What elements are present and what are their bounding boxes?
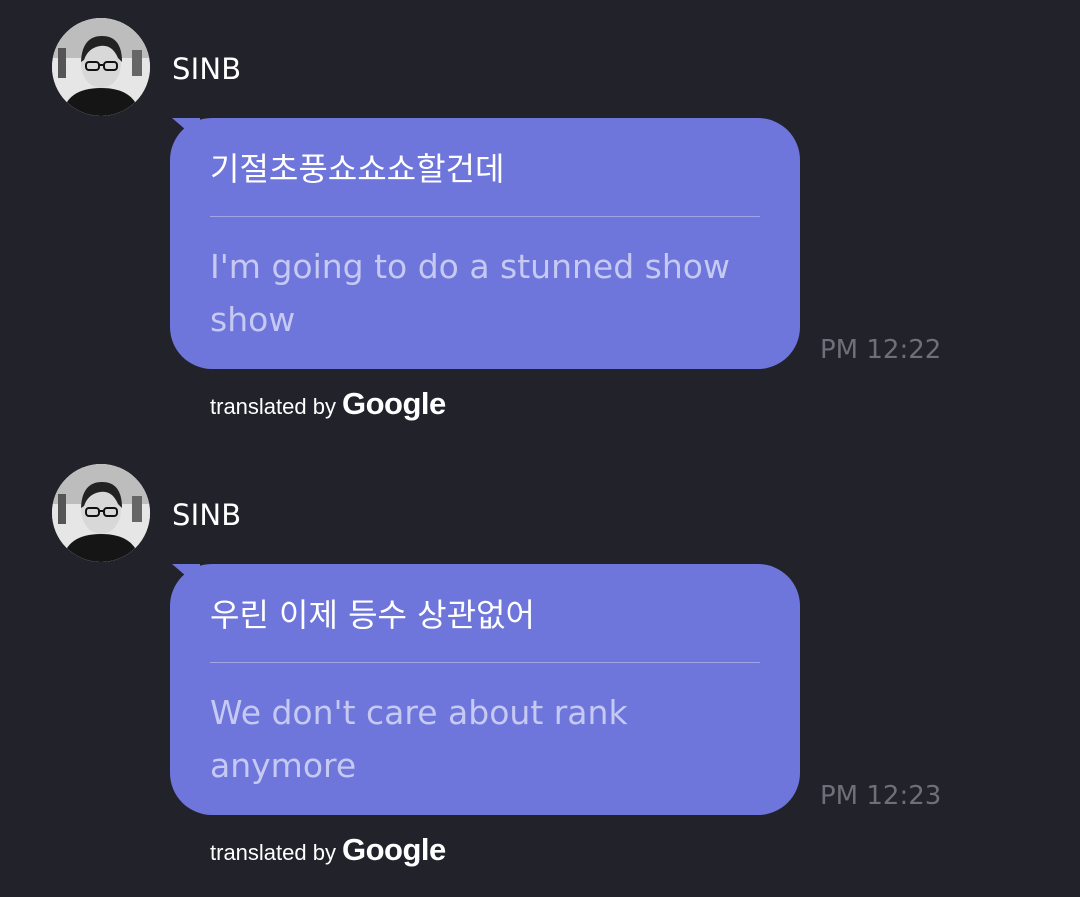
avatar[interactable] bbox=[52, 18, 150, 116]
google-logo: Google bbox=[341, 386, 446, 421]
divider bbox=[210, 662, 760, 663]
profile-photo-icon bbox=[52, 464, 150, 562]
message-item: SINB 기절초풍쇼쇼쇼할건데 I'm going to do a stunne… bbox=[0, 0, 1080, 440]
message-bubble[interactable]: 우린 이제 등수 상관없어 We don't care about rank a… bbox=[170, 564, 800, 815]
message-item: SINB 우린 이제 등수 상관없어 We don't care about r… bbox=[0, 446, 1080, 886]
profile-photo-icon bbox=[52, 18, 150, 116]
original-text: 기절초풍쇼쇼쇼할건데 bbox=[210, 150, 505, 188]
google-logo: Google bbox=[341, 832, 446, 867]
sender-name: SINB bbox=[172, 498, 242, 532]
translated-text: We don't care about rank anymore bbox=[210, 693, 628, 785]
attribution-prefix: translated by bbox=[210, 394, 336, 419]
sender-name: SINB bbox=[172, 52, 242, 86]
avatar[interactable] bbox=[52, 464, 150, 562]
divider bbox=[210, 216, 760, 217]
attribution-prefix: translated by bbox=[210, 840, 336, 865]
translation-attribution: translated by Google bbox=[210, 386, 446, 422]
translated-text: I'm going to do a stunned show show bbox=[210, 247, 730, 339]
original-text: 우린 이제 등수 상관없어 bbox=[210, 596, 535, 634]
message-timestamp: PM 12:22 bbox=[820, 335, 942, 365]
message-timestamp: PM 12:23 bbox=[820, 781, 942, 811]
translation-attribution: translated by Google bbox=[210, 832, 446, 868]
message-bubble[interactable]: 기절초풍쇼쇼쇼할건데 I'm going to do a stunned sho… bbox=[170, 118, 800, 369]
